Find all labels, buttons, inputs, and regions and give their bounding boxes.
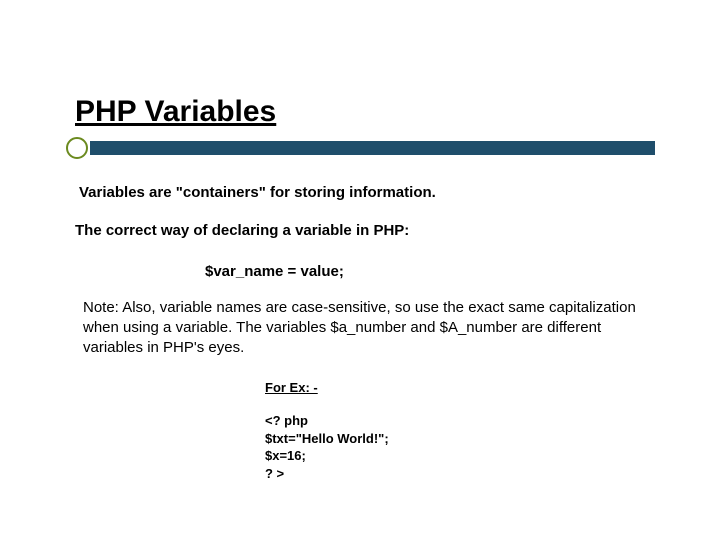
rule-bar [90, 141, 655, 155]
code-line: <? php [265, 412, 645, 430]
code-block: <? php $txt="Hello World!"; $x=16; ? > [265, 412, 645, 482]
code-line: $x=16; [265, 447, 645, 465]
title-rule [70, 137, 655, 159]
syntax-line: $var_name = value; [205, 262, 645, 282]
intro-text: Variables are "containers" for storing i… [79, 183, 645, 203]
code-line: $txt="Hello World!"; [265, 430, 645, 448]
declare-intro: The correct way of declaring a variable … [75, 221, 645, 241]
rule-bullet-icon [66, 137, 88, 159]
code-line: ? > [265, 465, 645, 483]
slide-body: Variables are "containers" for storing i… [75, 183, 645, 482]
page-title: PHP Variables [75, 95, 645, 129]
slide: PHP Variables Variables are "containers"… [0, 0, 720, 540]
note-text: Note: Also, variable names are case-sens… [83, 298, 643, 359]
example-label: For Ex: - [265, 379, 645, 397]
